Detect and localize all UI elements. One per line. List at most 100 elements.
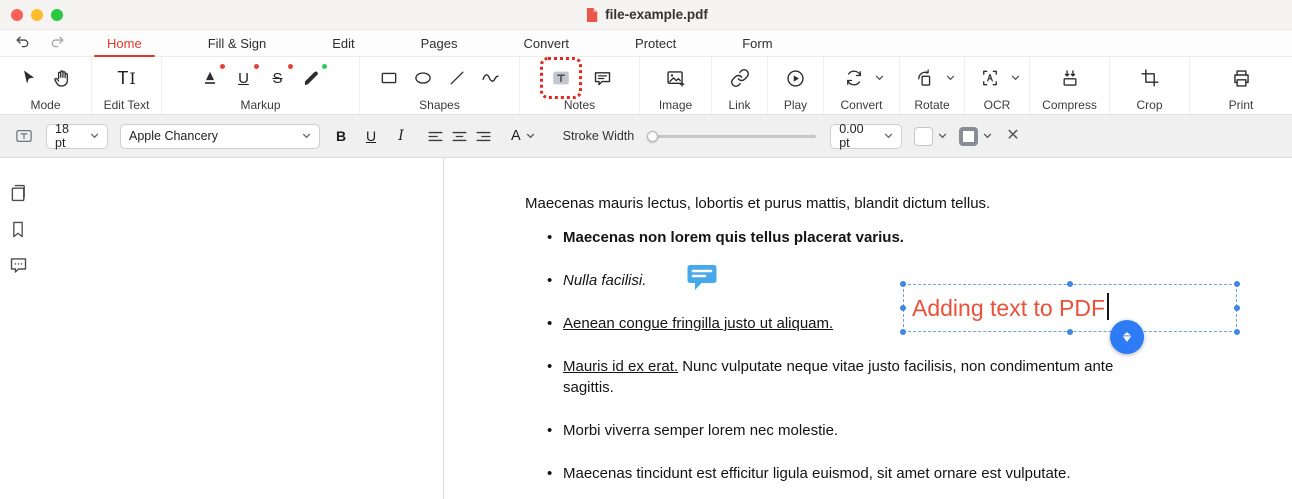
image-icon[interactable] xyxy=(661,63,691,93)
list-item: Mauris id ex erat. Nunc vulputate neque … xyxy=(545,356,1165,398)
slider-knob[interactable] xyxy=(647,131,658,142)
resize-handle[interactable] xyxy=(900,329,906,335)
tab-convert[interactable]: Convert xyxy=(511,30,583,56)
selected-tool-marker xyxy=(540,57,582,99)
close-window-button[interactable] xyxy=(11,9,23,21)
chevron-down-icon xyxy=(90,133,99,139)
group-label-link: Link xyxy=(728,98,750,113)
chevron-down-icon xyxy=(938,133,947,139)
tab-protect[interactable]: Protect xyxy=(622,30,689,56)
resize-handle[interactable] xyxy=(900,305,906,311)
group-label-notes: Notes xyxy=(564,98,595,113)
align-left-icon[interactable] xyxy=(426,127,445,146)
align-center-icon[interactable] xyxy=(450,127,469,146)
paragraph-intro: Maecenas mauris lectus, lobortis et puru… xyxy=(525,194,1292,214)
text-box-icon[interactable] xyxy=(546,63,576,93)
ribbon-tab-bar: Home Fill & Sign Edit Pages Convert Prot… xyxy=(0,30,1292,57)
resize-handle[interactable] xyxy=(1234,305,1240,311)
font-size-select[interactable]: 18 pt xyxy=(46,124,108,149)
align-right-icon[interactable] xyxy=(474,127,493,146)
rotate-dropdown-chevron-icon[interactable] xyxy=(946,75,955,81)
bullet-list: Maecenas non lorem quis tellus placerat … xyxy=(525,227,1292,484)
note-icon[interactable] xyxy=(588,63,618,93)
tab-pages[interactable]: Pages xyxy=(408,30,471,56)
window-title: file-example.pdf xyxy=(584,7,708,23)
content-area: Maecenas mauris lectus, lobortis et puru… xyxy=(0,158,1292,499)
fill-color-control[interactable] xyxy=(914,127,947,146)
ocr-dropdown-chevron-icon[interactable] xyxy=(1011,75,1020,81)
text-annotation-box[interactable]: Adding text to PDF xyxy=(903,284,1237,332)
group-label-rotate: Rotate xyxy=(914,98,949,113)
ellipse-icon[interactable] xyxy=(408,63,438,93)
compress-icon[interactable] xyxy=(1055,63,1085,93)
border-color-control[interactable] xyxy=(959,127,992,146)
tab-fill-and-sign[interactable]: Fill & Sign xyxy=(195,30,280,56)
pdf-file-icon xyxy=(584,7,599,23)
main-toolbar: Mode TI Edit Text U S xyxy=(0,57,1292,115)
resize-handle[interactable] xyxy=(1234,281,1240,287)
left-sidebar xyxy=(0,158,36,499)
font-color-label: A xyxy=(511,128,521,144)
marker-pen-icon[interactable] xyxy=(297,63,327,93)
minimize-window-button[interactable] xyxy=(31,9,43,21)
tab-edit[interactable]: Edit xyxy=(319,30,367,56)
resize-handle[interactable] xyxy=(900,281,906,287)
resize-handle[interactable] xyxy=(1067,281,1073,287)
assistant-button[interactable] xyxy=(1110,320,1144,354)
font-size-value: 18 pt xyxy=(55,122,82,150)
window-title-text: file-example.pdf xyxy=(605,7,708,22)
group-label-markup: Markup xyxy=(240,98,280,113)
traffic-lights xyxy=(11,9,63,21)
play-icon[interactable] xyxy=(781,63,811,93)
line-icon[interactable] xyxy=(442,63,472,93)
undo-icon[interactable] xyxy=(14,35,32,51)
alignment-controls xyxy=(426,127,493,146)
freehand-icon[interactable] xyxy=(476,63,506,93)
stroke-width-value-select[interactable]: 0.00 pt xyxy=(830,124,902,149)
convert-dropdown-chevron-icon[interactable] xyxy=(875,75,884,81)
font-family-select[interactable]: Apple Chancery xyxy=(120,124,320,149)
zoom-window-button[interactable] xyxy=(51,9,63,21)
annotation-text[interactable]: Adding text to PDF xyxy=(912,293,1109,322)
italic-button[interactable]: I xyxy=(392,128,410,144)
highlight-icon[interactable] xyxy=(195,63,225,93)
edit-text-icon[interactable]: TI xyxy=(112,63,142,93)
crop-icon[interactable] xyxy=(1135,63,1165,93)
font-color-control[interactable]: A xyxy=(511,128,535,144)
note-annotation-icon[interactable] xyxy=(687,264,717,292)
sidebar-bookmarks-icon[interactable] xyxy=(8,219,28,240)
close-format-bar-icon[interactable]: ✕ xyxy=(1006,128,1019,144)
cursor-icon[interactable] xyxy=(14,63,44,93)
chevron-down-icon xyxy=(884,133,893,139)
title-bar: file-example.pdf xyxy=(0,0,1292,30)
underline-button[interactable]: U xyxy=(362,128,380,144)
redo-icon[interactable] xyxy=(48,35,66,51)
ribbon-tabs: Home Fill & Sign Edit Pages Convert Prot… xyxy=(94,30,786,56)
strikethrough-icon[interactable]: S xyxy=(263,63,293,93)
rotate-icon[interactable] xyxy=(910,63,940,93)
group-label-shapes: Shapes xyxy=(419,98,460,113)
stroke-width-slider[interactable] xyxy=(648,135,816,138)
tab-home[interactable]: Home xyxy=(94,30,155,56)
sidebar-thumbnails-icon[interactable] xyxy=(8,182,29,204)
resize-handle[interactable] xyxy=(1234,329,1240,335)
group-print: Print xyxy=(1190,57,1292,114)
stroke-width-value: 0.00 pt xyxy=(839,122,876,150)
bold-button[interactable]: B xyxy=(332,128,350,144)
chevron-down-icon xyxy=(302,133,311,139)
group-image: Image xyxy=(640,57,712,114)
chevron-down-icon xyxy=(983,133,992,139)
link-icon[interactable] xyxy=(725,63,755,93)
sidebar-annotations-icon[interactable] xyxy=(8,255,29,276)
convert-icon[interactable] xyxy=(839,63,869,93)
underline-icon[interactable]: U xyxy=(229,63,259,93)
group-ocr: OCR xyxy=(965,57,1030,114)
ocr-icon[interactable] xyxy=(975,63,1005,93)
hand-icon[interactable] xyxy=(48,63,78,93)
resize-handle[interactable] xyxy=(1067,329,1073,335)
rectangle-icon[interactable] xyxy=(374,63,404,93)
list-item: Morbi viverra semper lorem nec molestie. xyxy=(545,420,1165,441)
tab-form[interactable]: Form xyxy=(729,30,785,56)
strikethrough-color-dot xyxy=(288,64,293,69)
print-icon[interactable] xyxy=(1226,63,1256,93)
